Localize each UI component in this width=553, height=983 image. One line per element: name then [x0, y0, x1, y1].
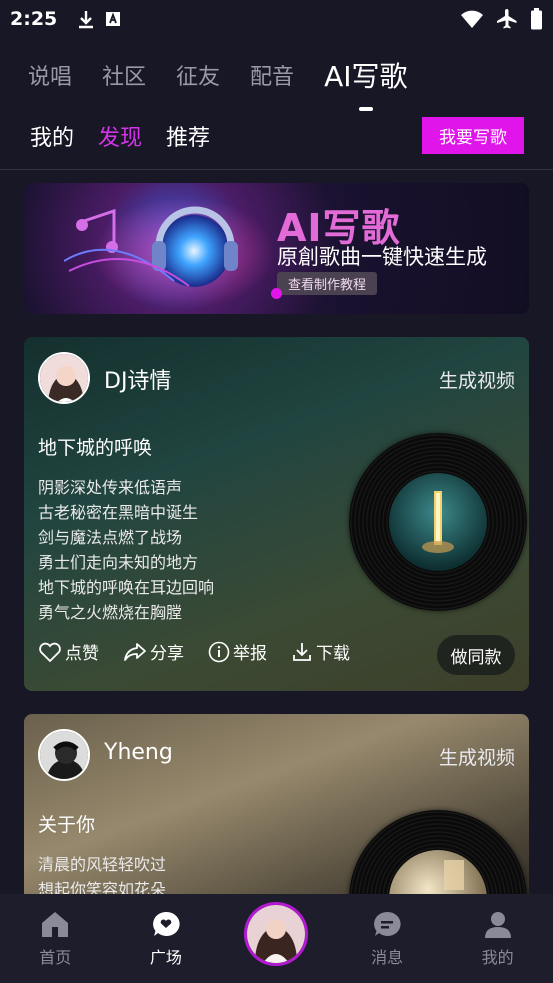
like-button[interactable]: 点赞	[38, 639, 99, 664]
report-button[interactable]: 举报	[208, 639, 267, 664]
info-icon	[208, 641, 230, 662]
nav-label: 消息	[371, 948, 404, 967]
avatar[interactable]	[38, 729, 90, 781]
center-avatar[interactable]	[244, 902, 309, 966]
status-bar: 2:25	[0, 0, 553, 38]
vinyl-record[interactable]	[349, 810, 527, 904]
song-cover	[389, 473, 487, 571]
like-label: 点赞	[65, 644, 99, 664]
a-text-icon	[106, 12, 121, 26]
ai-songwriting-banner[interactable]: AI写歌 原創歌曲一键快速生成 查看制作教程	[24, 183, 529, 314]
share-label: 分享	[150, 644, 184, 664]
share-button[interactable]: 分享	[123, 639, 184, 664]
banner-subtitle: 原創歌曲一键快速生成	[277, 245, 487, 269]
wifi-icon	[461, 10, 483, 28]
heart-icon	[39, 642, 61, 662]
message-icon	[374, 911, 401, 936]
make-same-button[interactable]: 做同款	[437, 635, 515, 675]
tab-rap[interactable]: 说唱	[28, 59, 72, 91]
download-icon	[79, 11, 94, 29]
vinyl-record[interactable]	[349, 433, 527, 611]
nav-label: 广场	[149, 948, 182, 967]
headphones-globe-illustration	[64, 197, 274, 309]
song-card: DJ诗情 生成视频 地下城的呼唤 阴影深处传来低语声 古老秘密在黑暗中诞生 剑与…	[24, 337, 529, 691]
lyric-line: 清晨的风轻轻吹过	[38, 855, 167, 874]
card-actions: 点赞 分享 举报 下载	[38, 639, 374, 664]
tab-friends[interactable]: 征友	[176, 59, 220, 91]
username[interactable]: Yheng	[104, 740, 173, 765]
write-song-button[interactable]: 我要写歌	[422, 117, 524, 154]
generate-video-link[interactable]: 生成视频	[439, 743, 515, 770]
lyric-line: 勇士们走向未知的地方	[38, 553, 199, 572]
lyric-line: 剑与魔法点燃了战场	[38, 528, 183, 547]
download-button[interactable]: 下载	[291, 639, 350, 664]
download-icon	[293, 642, 311, 661]
battery-icon	[531, 8, 542, 30]
nav-profile[interactable]: 我的	[442, 894, 553, 983]
plaza-icon	[152, 911, 180, 936]
nav-center[interactable]	[221, 894, 332, 983]
carousel-indicator	[271, 288, 282, 299]
lyric-line: 古老秘密在黑暗中诞生	[38, 503, 199, 522]
nav-home[interactable]: 首页	[0, 894, 111, 983]
profile-icon	[484, 912, 511, 938]
nav-label: 首页	[39, 948, 72, 967]
generate-video-link[interactable]: 生成视频	[439, 366, 515, 393]
tab-community[interactable]: 社区	[102, 59, 146, 91]
lyric-line: 勇气之火燃烧在胸膛	[38, 603, 183, 622]
subtab-discover[interactable]: 发现	[98, 120, 142, 152]
home-icon	[42, 912, 69, 937]
tutorial-button[interactable]: 查看制作教程	[277, 272, 378, 295]
subtab-mine[interactable]: 我的	[30, 120, 74, 152]
nav-plaza[interactable]: 广场	[111, 894, 222, 983]
lyric-line: 阴影深处传来低语声	[38, 478, 183, 497]
lyric-line: 地下城的呼唤在耳边回响	[38, 578, 215, 597]
share-icon	[124, 642, 146, 661]
airplane-icon	[497, 9, 517, 29]
song-card: Yheng 生成视频 关于你 清晨的风轻轻吹过 想起你笑容如花朵	[24, 714, 529, 904]
song-title: 地下城的呼唤	[38, 437, 153, 459]
sub-tabs: 我的 发现 推荐 我要写歌	[0, 114, 553, 158]
bottom-nav: 首页 广场 消息 我的	[0, 894, 553, 983]
username[interactable]: DJ诗情	[104, 363, 171, 395]
divider	[0, 169, 553, 170]
tab-dubbing[interactable]: 配音	[250, 59, 294, 91]
download-label: 下载	[316, 644, 350, 664]
tab-ai-songwriting[interactable]: AI写歌	[324, 55, 407, 95]
top-tabs: 说唱 社区 征友 配音 AI写歌	[0, 50, 553, 100]
avatar[interactable]	[38, 352, 90, 404]
lyrics: 阴影深处传来低语声 古老秘密在黑暗中诞生 剑与魔法点燃了战场 勇士们走向未知的地…	[38, 475, 214, 625]
song-title: 关于你	[38, 814, 96, 836]
status-time: 2:25	[10, 8, 58, 30]
report-label: 举报	[233, 644, 267, 664]
nav-messages[interactable]: 消息	[332, 894, 443, 983]
nav-label: 我的	[481, 948, 514, 967]
subtab-recommend[interactable]: 推荐	[166, 120, 210, 152]
